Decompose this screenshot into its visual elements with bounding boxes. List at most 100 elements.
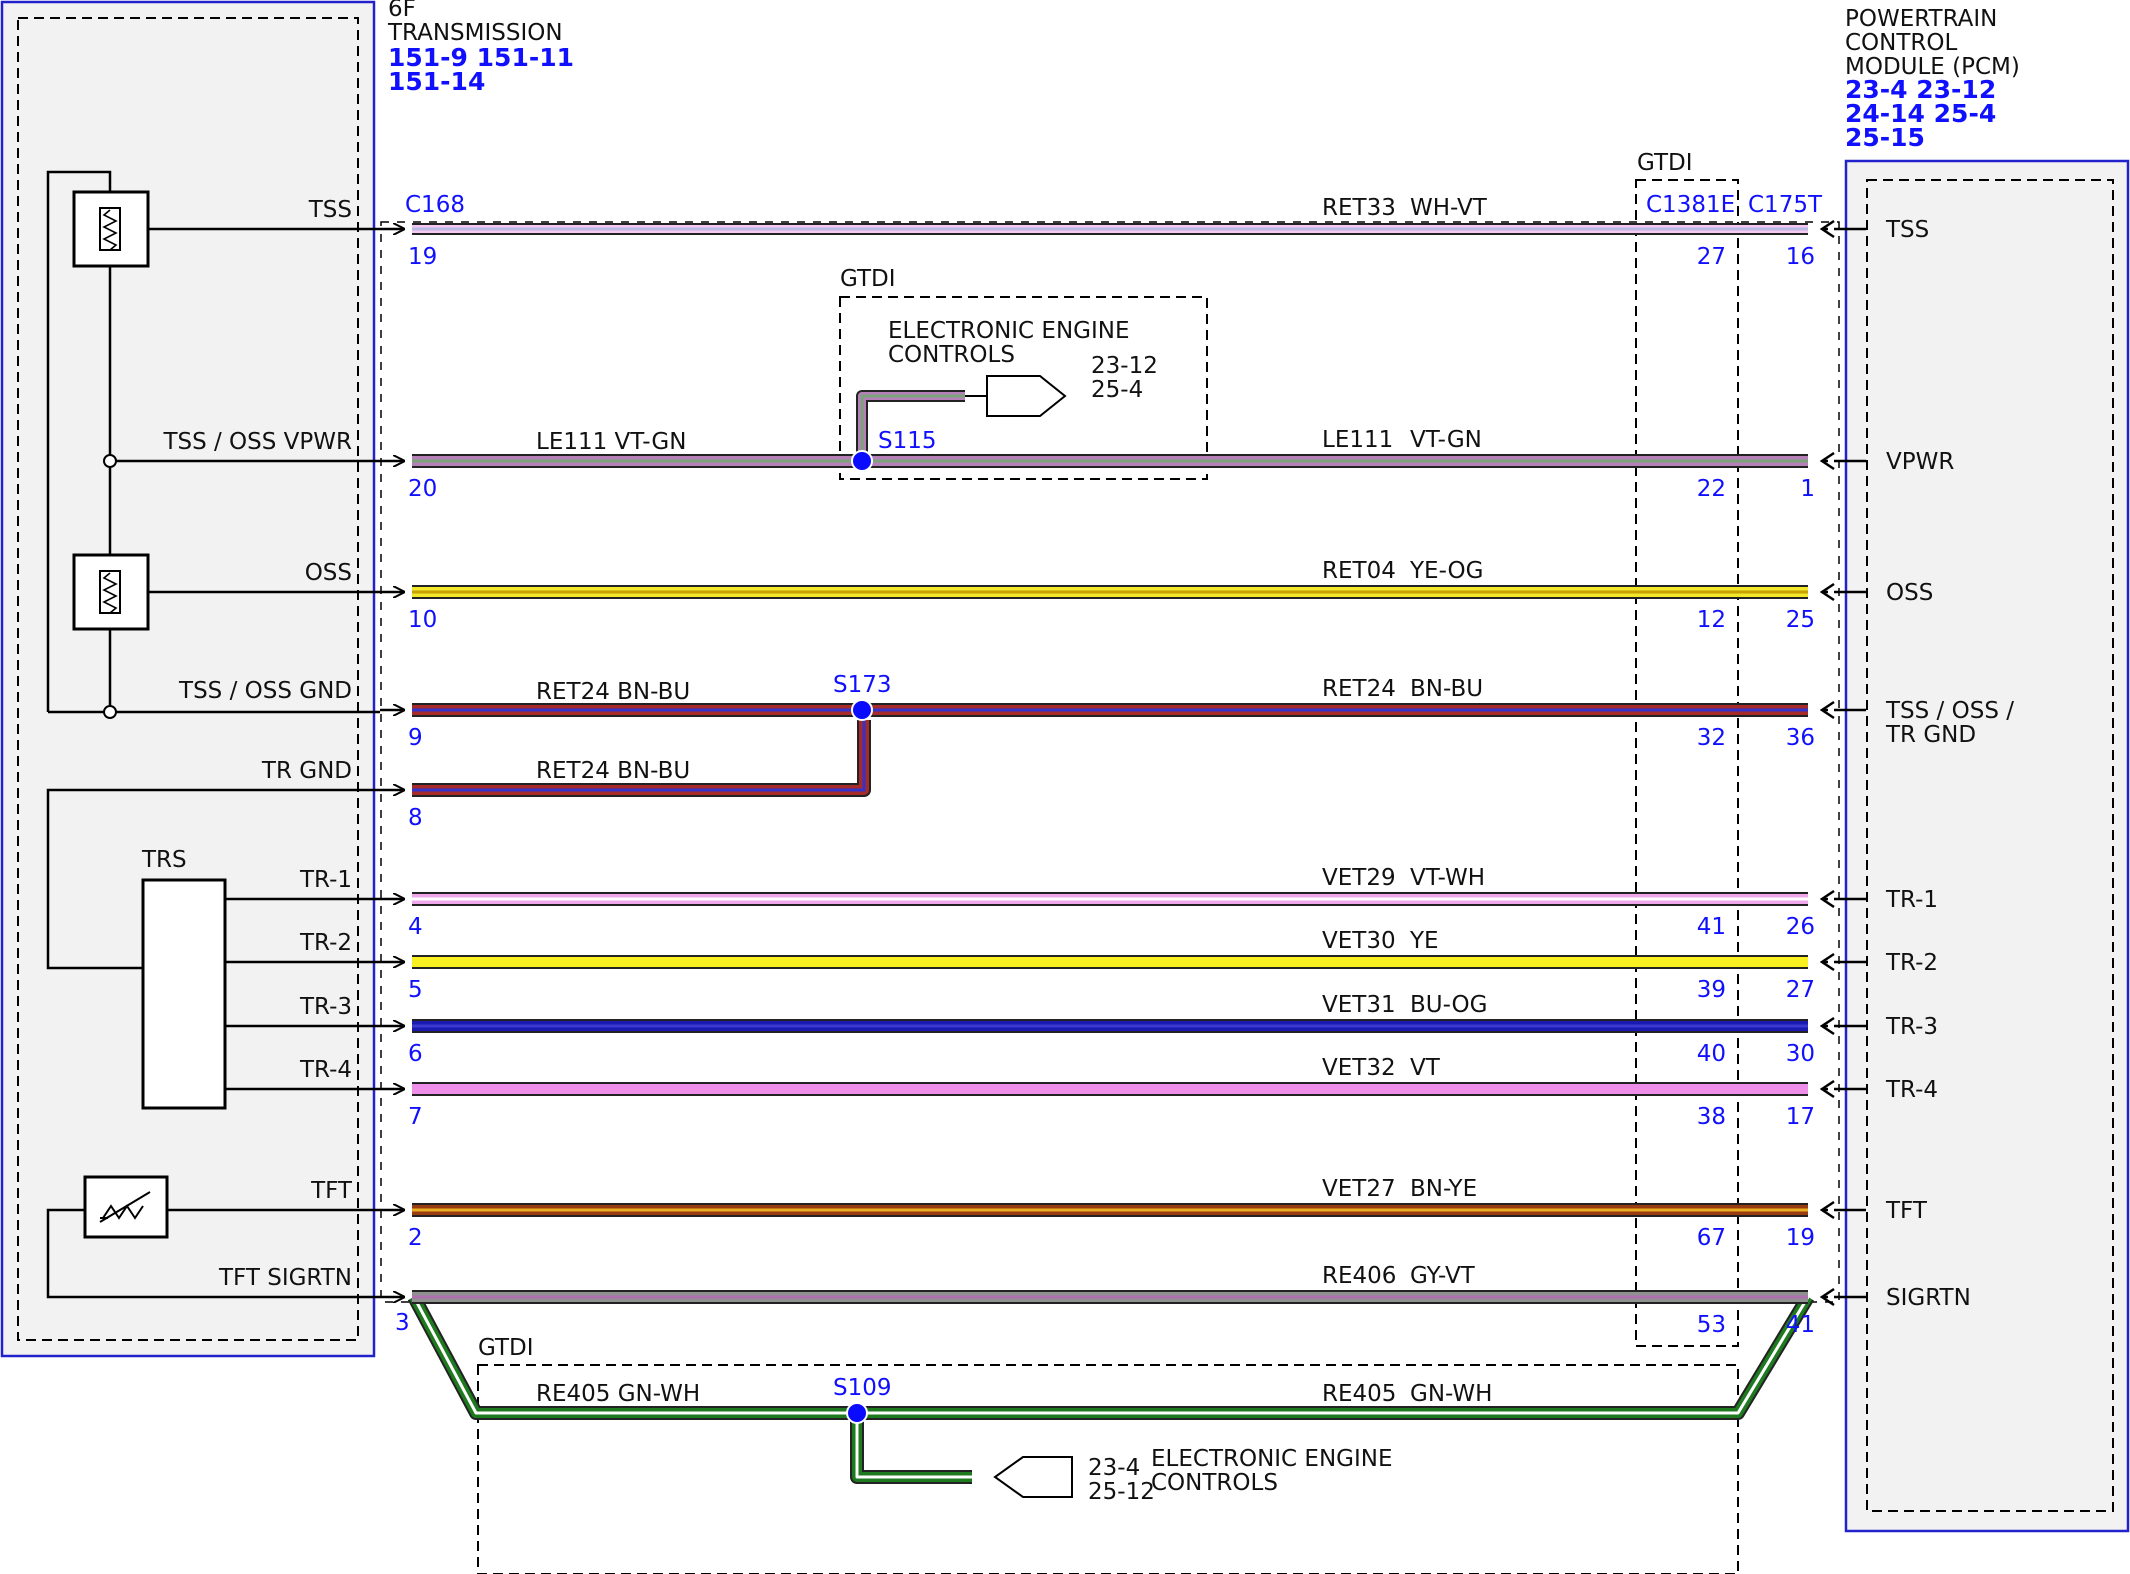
pcm-pin-label-tft-0: TFT bbox=[1885, 1198, 1928, 1224]
circuit-id-tr3: VET31 bbox=[1322, 992, 1396, 1018]
pcm-pin-label-oss-0: OSS bbox=[1886, 580, 1933, 606]
connector-c175t[interactable]: C175T bbox=[1748, 192, 1823, 218]
pin-c168-gnd[interactable]: 9 bbox=[408, 725, 423, 751]
gtdi-c1381e-box bbox=[1635, 179, 1739, 1347]
trs-label: TRS bbox=[141, 847, 187, 873]
pin-c1381e-gnd[interactable]: 32 bbox=[1697, 725, 1726, 751]
wire-s109-branch-stripe bbox=[855, 1413, 972, 1479]
wire-s109-branch-outline bbox=[850, 1413, 972, 1484]
oss-sensor-icon bbox=[72, 553, 150, 631]
gtdi-label-upper: GTDI bbox=[840, 266, 896, 292]
color-code-tr3: BU-OG bbox=[1410, 992, 1487, 1018]
pin-c175t-tr2[interactable]: 27 bbox=[1786, 977, 1815, 1003]
pin-c1381e-tss[interactable]: 27 bbox=[1697, 244, 1726, 270]
connector-c1381e[interactable]: C1381E bbox=[1646, 192, 1735, 218]
wire-text-group: TSS19 27 16TSSTSS / OSS VPWR20 22 1VPWROSS10… bbox=[162, 195, 2014, 1407]
wire-label-trgnd-left: RET24 BN-BU bbox=[536, 758, 690, 784]
color-code-sigrtn: GY-VT bbox=[1410, 1263, 1476, 1289]
pin-c1381e-oss[interactable]: 12 bbox=[1697, 607, 1726, 633]
eec-lower-ref-2[interactable]: 25-12 bbox=[1088, 1479, 1155, 1505]
pin-c1381e-sigrtn[interactable]: 53 bbox=[1697, 1312, 1726, 1338]
eec-lower-ref-1[interactable]: 23-4 bbox=[1088, 1455, 1140, 1481]
color-code-re405: GN-WH bbox=[1410, 1381, 1492, 1407]
gnd-junction bbox=[103, 705, 117, 719]
eec-lower-connector: 23-4 25-12 ELECTRONIC ENGINE CONTROLS bbox=[993, 1446, 1393, 1505]
pin-c175t-sigrtn[interactable]: 41 bbox=[1786, 1312, 1815, 1338]
wire-group bbox=[380, 219, 1866, 1484]
splice-s115[interactable] bbox=[851, 450, 873, 472]
color-code-oss: YE-OG bbox=[1409, 558, 1483, 584]
circuit-id-tss: RET33 bbox=[1322, 195, 1396, 221]
pcm-ref-3[interactable]: 25-15 bbox=[1845, 123, 1925, 152]
left-label-tr2: TR-2 bbox=[299, 930, 352, 956]
pcm-pin-label-tr2-0: TR-2 bbox=[1885, 950, 1938, 976]
pin-c1381e-tft[interactable]: 67 bbox=[1697, 1225, 1726, 1251]
splice-s173-label[interactable]: S173 bbox=[833, 672, 892, 698]
transmission-title-1: 6F bbox=[388, 0, 416, 22]
wire-s109-branch[interactable] bbox=[852, 1413, 972, 1482]
left-label-gnd: TSS / OSS GND bbox=[178, 678, 352, 704]
eec-upper-ref-1[interactable]: 23-12 bbox=[1091, 353, 1158, 379]
color-code-gnd: BN-BU bbox=[1410, 676, 1483, 702]
splice-s109[interactable] bbox=[846, 1402, 868, 1424]
circuit-id-tr1: VET29 bbox=[1322, 865, 1396, 891]
eec-upper-title-1: ELECTRONIC ENGINE bbox=[888, 318, 1130, 344]
pin-c168-tr1[interactable]: 4 bbox=[408, 914, 423, 940]
pcm-pin-label-tss-0: TSS bbox=[1885, 217, 1929, 243]
pin-c1381e-tr4[interactable]: 38 bbox=[1697, 1104, 1726, 1130]
pin-c168-oss[interactable]: 10 bbox=[408, 607, 437, 633]
eec-upper-ref-2[interactable]: 25-4 bbox=[1091, 377, 1143, 403]
left-label-oss: OSS bbox=[305, 560, 352, 586]
gtdi-label-c1381e: GTDI bbox=[1637, 150, 1693, 176]
left-label-tft: TFT bbox=[310, 1178, 353, 1204]
connector-c168[interactable]: C168 bbox=[405, 192, 465, 218]
pin-c175t-tr4[interactable]: 17 bbox=[1786, 1104, 1815, 1130]
pin-c175t-tr1[interactable]: 26 bbox=[1786, 914, 1815, 940]
pcm-pin-label-tr1-0: TR-1 bbox=[1885, 887, 1938, 913]
pcm-pin-label-vpwr-0: VPWR bbox=[1886, 449, 1954, 475]
transmission-ref-2[interactable]: 151-14 bbox=[388, 67, 485, 96]
wire-label-re405-left: RE405 GN-WH bbox=[536, 1381, 700, 1407]
circuit-id-oss: RET04 bbox=[1322, 558, 1396, 584]
pin-c168-tft[interactable]: 2 bbox=[408, 1225, 423, 1251]
pin-c175t-vpwr[interactable]: 1 bbox=[1800, 476, 1815, 502]
splice-s173[interactable] bbox=[851, 699, 873, 721]
eec-lower-title-1: ELECTRONIC ENGINE bbox=[1151, 1446, 1393, 1472]
pcm-title-2: CONTROL bbox=[1845, 30, 1958, 56]
pcm-title-1: POWERTRAIN bbox=[1845, 6, 1997, 32]
pcm-border bbox=[1844, 159, 2130, 1533]
pin-c1381e-tr3[interactable]: 40 bbox=[1697, 1041, 1726, 1067]
pin-c175t-oss[interactable]: 25 bbox=[1786, 607, 1815, 633]
color-code-tft: BN-YE bbox=[1410, 1176, 1477, 1202]
tss-sensor-icon bbox=[72, 190, 150, 268]
pin-c175t-tss[interactable]: 16 bbox=[1786, 244, 1815, 270]
color-code-tr4: VT bbox=[1410, 1055, 1441, 1081]
vpwr-junction bbox=[103, 454, 117, 468]
circuit-id-sigrtn: RE406 bbox=[1322, 1263, 1396, 1289]
circuit-id-vpwr: LE111 bbox=[1322, 427, 1393, 453]
circuit-id-tr2: VET30 bbox=[1322, 928, 1396, 954]
circuit-id-tft: VET27 bbox=[1322, 1176, 1396, 1202]
pin-c168-tr3[interactable]: 6 bbox=[408, 1041, 423, 1067]
pin-c1381e-tr1[interactable]: 41 bbox=[1697, 914, 1726, 940]
pin-c168-tr2[interactable]: 5 bbox=[408, 977, 423, 1003]
pin-c168-trgnd[interactable]: 8 bbox=[408, 805, 423, 831]
pin-c168-sigrtn[interactable]: 3 bbox=[395, 1310, 410, 1336]
pin-c1381e-vpwr[interactable]: 22 bbox=[1697, 476, 1726, 502]
pin-c1381e-tr2[interactable]: 39 bbox=[1697, 977, 1726, 1003]
splice-s109-label[interactable]: S109 bbox=[833, 1375, 892, 1401]
pin-c168-tr4[interactable]: 7 bbox=[408, 1104, 423, 1130]
pin-c168-tss[interactable]: 19 bbox=[408, 244, 437, 270]
color-code-tss: WH-VT bbox=[1410, 195, 1488, 221]
color-code-tr2: YE bbox=[1409, 928, 1439, 954]
gtdi-label-lower: GTDI bbox=[478, 1335, 534, 1361]
splice-s115-label[interactable]: S115 bbox=[878, 428, 937, 454]
pin-c168-vpwr[interactable]: 20 bbox=[408, 476, 437, 502]
pin-c175t-tft[interactable]: 19 bbox=[1786, 1225, 1815, 1251]
pcm-pin-label-tr3-0: TR-3 bbox=[1885, 1014, 1938, 1040]
trs-switch-box bbox=[141, 878, 227, 1110]
pin-c175t-gnd[interactable]: 36 bbox=[1786, 725, 1815, 751]
pin-c175t-tr3[interactable]: 30 bbox=[1786, 1041, 1815, 1067]
left-label-trgnd: TR GND bbox=[261, 758, 352, 784]
wire-label-gnd-left: RET24 BN-BU bbox=[536, 679, 690, 705]
